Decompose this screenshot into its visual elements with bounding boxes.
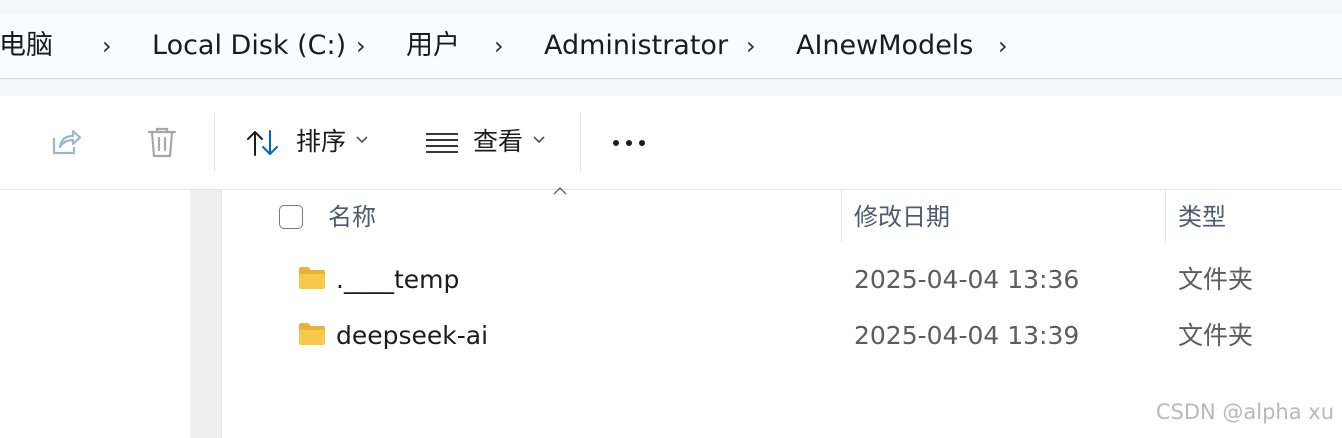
breadcrumb-item-users[interactable]: 用户 [406,14,460,78]
toolbar-separator [214,113,215,171]
breadcrumb-chevron-icon[interactable]: › [998,14,1008,78]
share-icon[interactable] [50,126,82,158]
file-row[interactable]: deepseek-ai 2025-04-04 13:39 文件夹 [228,308,1342,364]
column-header-modified[interactable]: 修改日期 [854,200,950,234]
toolbar-separator [580,113,581,171]
folder-icon [299,323,325,345]
watermark: CSDN @alpha xu [1155,400,1334,424]
more-options-icon[interactable] [612,139,648,147]
command-bar: 排序 查看 [0,96,1342,190]
breadcrumb-chevron-icon[interactable]: › [494,14,504,78]
breadcrumb[interactable]: 此电脑 › Local Disk (C:) › 用户 › Administrat… [0,14,1342,79]
breadcrumb-item-administrator[interactable]: Administrator [544,14,728,78]
file-type: 文件夹 [1178,265,1254,294]
sort-button-label[interactable]: 排序 [296,124,346,160]
file-modified-date: 2025-04-04 13:39 [854,321,1080,350]
column-divider[interactable] [841,190,842,242]
file-row[interactable]: .____temp 2025-04-04 13:36 文件夹 [228,252,1342,308]
breadcrumb-item-this-pc[interactable]: 此电脑 [0,14,53,78]
breadcrumb-chevron-icon[interactable]: › [102,14,112,78]
folder-icon [299,267,325,289]
file-modified-date: 2025-04-04 13:36 [854,265,1080,294]
breadcrumb-item-ainewmodels[interactable]: AInewModels [796,14,973,78]
sort-ascending-icon [553,187,567,195]
view-list-icon[interactable] [425,132,459,154]
file-name[interactable]: .____temp [336,260,459,300]
column-header-type[interactable]: 类型 [1178,200,1226,234]
breadcrumb-chevron-icon[interactable]: › [356,14,366,78]
column-divider[interactable] [1165,190,1166,242]
chevron-down-icon[interactable] [355,134,369,144]
breadcrumb-item-local-disk[interactable]: Local Disk (C:) [152,14,346,78]
sort-icon[interactable] [246,128,282,158]
navigation-pane [0,190,190,438]
trash-icon[interactable] [146,125,178,159]
breadcrumb-chevron-icon[interactable]: › [746,14,756,78]
pane-splitter[interactable] [190,190,222,438]
file-type: 文件夹 [1178,321,1254,350]
column-header-name[interactable]: 名称 [328,200,376,234]
view-button-label[interactable]: 查看 [473,124,523,160]
select-all-checkbox[interactable] [279,205,303,229]
file-name[interactable]: deepseek-ai [336,316,488,356]
chevron-down-icon[interactable] [532,134,546,144]
